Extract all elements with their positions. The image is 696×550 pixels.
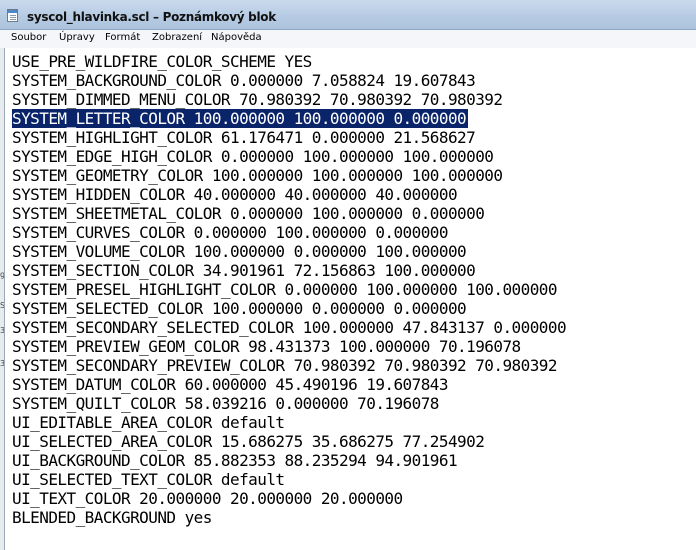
menu-item-upravy[interactable]: Úpravy	[59, 32, 95, 43]
text-line: SYSTEM_DATUM_COLOR 60.000000 45.490196 1…	[12, 375, 449, 394]
text-line: UI_SELECTED_AREA_COLOR 15.686275 35.6862…	[12, 432, 485, 451]
selected-text-line: SYSTEM_LETTER_COLOR 100.000000 100.00000…	[12, 109, 469, 128]
text-line: UI_EDITABLE_AREA_COLOR default	[12, 413, 285, 432]
notepad-window: syscol_hlavinka.scl – Poznámkový blok So…	[0, 0, 696, 550]
text-line: SYSTEM_HIDDEN_COLOR 40.000000 40.000000 …	[12, 185, 458, 204]
text-line: SYSTEM_PREVIEW_GEOM_COLOR 98.431373 100.…	[12, 337, 521, 356]
menu-item-format[interactable]: Formát	[105, 32, 140, 43]
text-line: SYSTEM_PRESEL_HIGHLIGHT_COLOR 0.000000 1…	[12, 280, 558, 299]
text-line: SYSTEM_SELECTED_COLOR 100.000000 0.00000…	[12, 299, 467, 318]
edge-glyph: g	[0, 270, 6, 279]
text-line: SYSTEM_SECONDARY_PREVIEW_COLOR 70.980392…	[12, 356, 558, 375]
text-line: SYSTEM_EDGE_HIGH_COLOR 0.000000 100.0000…	[12, 147, 494, 166]
text-line: SYSTEM_SECONDARY_SELECTED_COLOR 100.0000…	[12, 318, 567, 337]
text-line: SYSTEM_DIMMED_MENU_COLOR 70.980392 70.98…	[12, 90, 503, 109]
menu-item-zobrazeni[interactable]: Zobrazení	[152, 32, 202, 43]
edge-glyph: S	[0, 301, 6, 310]
text-line: USE_PRE_WILDFIRE_COLOR_SCHEME YES	[12, 52, 312, 71]
text-editor-area[interactable]: USE_PRE_WILDFIRE_COLOR_SCHEME YES SYSTEM…	[4, 48, 696, 550]
text-lines: USE_PRE_WILDFIRE_COLOR_SCHEME YES SYSTEM…	[12, 52, 567, 527]
text-line: SYSTEM_GEOMETRY_COLOR 100.000000 100.000…	[12, 166, 503, 185]
text-line: SYSTEM_HIGHLIGHT_COLOR 61.176471 0.00000…	[12, 128, 476, 147]
text-line: SYSTEM_BACKGROUND_COLOR 0.000000 7.05882…	[12, 71, 476, 90]
title-bar[interactable]: syscol_hlavinka.scl – Poznámkový blok	[0, 0, 696, 30]
text-line: UI_SELECTED_TEXT_COLOR default	[12, 470, 285, 489]
text-line: UI_BACKGROUND_COLOR 85.882353 88.235294 …	[12, 451, 458, 470]
text-line: SYSTEM_VOLUME_COLOR 100.000000 0.000000 …	[12, 242, 467, 261]
text-line: UI_TEXT_COLOR 20.000000 20.000000 20.000…	[12, 489, 403, 508]
window-title: syscol_hlavinka.scl – Poznámkový blok	[27, 10, 276, 24]
menu-item-napoveda[interactable]: Nápověda	[211, 32, 262, 43]
text-line: SYSTEM_CURVES_COLOR 0.000000 100.000000 …	[12, 223, 449, 242]
notepad-app-icon	[7, 9, 18, 22]
menu-bar: Soubor Úpravy Formát Zobrazení Nápověda	[0, 30, 696, 49]
text-line: SYSTEM_SECTION_COLOR 34.901961 72.156863…	[12, 261, 476, 280]
text-line: SYSTEM_QUILT_COLOR 58.039216 0.000000 70…	[12, 394, 439, 413]
edge-glyph: 3	[0, 326, 6, 335]
text-line: SYSTEM_SHEETMETAL_COLOR 0.000000 100.000…	[12, 204, 485, 223]
edge-glyph: 3	[0, 359, 6, 368]
text-line: BLENDED_BACKGROUND yes	[12, 508, 212, 527]
menu-item-soubor[interactable]: Soubor	[11, 32, 46, 43]
